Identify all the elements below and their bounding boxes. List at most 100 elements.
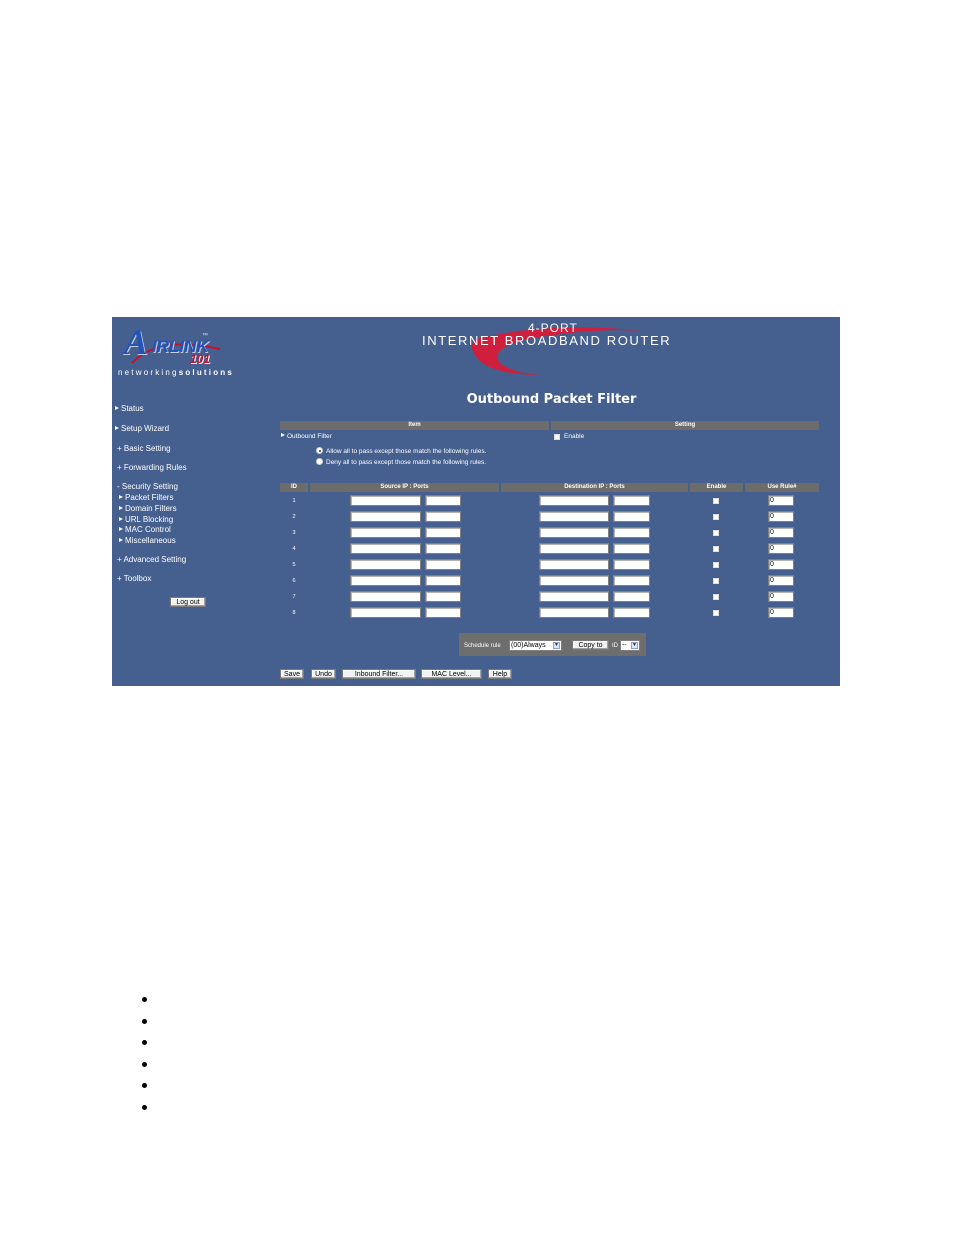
rule-enable-checkbox[interactable] (713, 498, 719, 504)
nav-domain-filters[interactable]: Domain Filters (119, 504, 177, 513)
use-rule-input[interactable]: 0 (768, 527, 794, 538)
rule-enable-checkbox[interactable] (713, 514, 719, 520)
copy-id-select[interactable]: -- ▼ (620, 640, 640, 651)
option-allow[interactable]: Allow all to pass except those match the… (316, 447, 486, 455)
source-ip-input[interactable] (350, 527, 421, 538)
outbound-filter-label: Outbound Filter (281, 433, 332, 440)
destination-port-input[interactable] (613, 543, 650, 554)
product-banner: 4-PORT INTERNET BROADBAND ROUTER (408, 317, 708, 377)
source-port-input[interactable] (425, 607, 461, 618)
mac-level-button[interactable]: MAC Level... (421, 669, 482, 679)
destination-port-input[interactable] (613, 575, 650, 586)
use-rule-input[interactable]: 0 (768, 559, 794, 570)
use-rule-input[interactable]: 0 (768, 511, 794, 522)
header-item: Item (280, 421, 549, 430)
nav-basic-setting[interactable]: + Basic Setting (117, 444, 171, 453)
rule-enable-checkbox[interactable] (713, 530, 719, 536)
schedule-selected-value: (00)Always (511, 642, 546, 649)
rule-enable-checkbox[interactable] (713, 546, 719, 552)
nav-advanced-setting[interactable]: + Advanced Setting (117, 555, 186, 564)
id-label: ID (612, 643, 618, 649)
nav-setup-wizard[interactable]: Setup Wizard (115, 424, 169, 433)
source-port-input[interactable] (425, 575, 461, 586)
rule-id: 4 (292, 546, 296, 552)
rule-id: 5 (292, 562, 296, 568)
nav-packet-filters[interactable]: Packet Filters (119, 493, 173, 502)
nav-setup-wizard-label: Setup Wizard (121, 424, 170, 433)
nav-mac-control[interactable]: MAC Control (119, 525, 171, 534)
rule-id: 7 (292, 594, 296, 600)
source-ip-input[interactable] (350, 495, 421, 506)
rule-enable-checkbox[interactable] (713, 578, 719, 584)
nav-miscellaneous[interactable]: Miscellaneous (119, 536, 176, 545)
source-ip-input[interactable] (350, 575, 421, 586)
header-use-rule: Use Rule# (745, 483, 819, 492)
destination-port-input[interactable] (613, 527, 650, 538)
outbound-filter-enable-checkbox[interactable] (554, 434, 560, 440)
destination-ip-input[interactable] (539, 495, 609, 506)
router-admin-panel: A IRLINK ™ 101 networkingsolutions 4-POR… (112, 317, 840, 686)
source-ip-input[interactable] (350, 543, 421, 554)
rule-enable-checkbox[interactable] (713, 594, 719, 600)
rule-enable-checkbox[interactable] (713, 562, 719, 568)
nav-miscellaneous-label: Miscellaneous (125, 536, 176, 545)
source-ip-input[interactable] (350, 607, 421, 618)
bullet-icon (142, 1105, 147, 1110)
undo-button[interactable]: Undo (311, 669, 336, 679)
destination-ip-input[interactable] (539, 511, 609, 522)
destination-ip-input[interactable] (539, 543, 609, 554)
source-ip-input[interactable] (350, 511, 421, 522)
destination-port-input[interactable] (613, 559, 650, 570)
destination-ip-input[interactable] (539, 559, 609, 570)
use-rule-input[interactable]: 0 (768, 607, 794, 618)
nav-toolbox[interactable]: + Toolbox (117, 574, 151, 583)
destination-ip-input[interactable] (539, 575, 609, 586)
use-rule-input[interactable]: 0 (768, 575, 794, 586)
save-button[interactable]: Save (280, 669, 304, 679)
logout-button[interactable]: Log out (170, 597, 206, 607)
nav-url-blocking[interactable]: URL Blocking (119, 515, 173, 524)
source-ip-input[interactable] (350, 559, 421, 570)
tagline-light: networking (118, 368, 179, 377)
destination-ip-input[interactable] (539, 607, 609, 618)
destination-ip-input[interactable] (539, 591, 609, 602)
rule-id: 2 (292, 514, 296, 520)
source-port-input[interactable] (425, 495, 461, 506)
chevron-down-icon: ▼ (553, 642, 560, 649)
use-rule-input[interactable]: 0 (768, 591, 794, 602)
schedule-select[interactable]: (00)Always ▼ (509, 640, 562, 651)
nav-forwarding-rules[interactable]: + Forwarding Rules (117, 463, 187, 472)
arrow-right-icon (119, 517, 123, 521)
destination-port-input[interactable] (613, 607, 650, 618)
source-ip-input[interactable] (350, 591, 421, 602)
radio-deny[interactable] (316, 458, 323, 465)
option-allow-text: Allow all to pass except those match the… (326, 448, 487, 455)
source-port-input[interactable] (425, 591, 461, 602)
enable-label: Enable (564, 433, 585, 440)
nav-mac-control-label: MAC Control (125, 525, 171, 534)
page-title: Outbound Packet Filter (466, 392, 637, 407)
option-deny-text: Deny all to pass except those match the … (326, 459, 487, 466)
rule-id: 8 (292, 610, 296, 616)
nav-security-setting[interactable]: - Security Setting (117, 482, 178, 491)
logo-trademark: ™ (202, 333, 208, 339)
destination-port-input[interactable] (613, 495, 650, 506)
destination-port-input[interactable] (613, 591, 650, 602)
destination-ip-input[interactable] (539, 527, 609, 538)
use-rule-input[interactable]: 0 (768, 543, 794, 554)
source-port-input[interactable] (425, 559, 461, 570)
use-rule-input[interactable]: 0 (768, 495, 794, 506)
nav-status[interactable]: Status (115, 404, 144, 413)
header-destination: Destination IP : Ports (501, 483, 688, 492)
source-port-input[interactable] (425, 543, 461, 554)
copy-to-button[interactable]: Copy to (572, 640, 609, 650)
inbound-filter-button[interactable]: Inbound Filter... (342, 669, 416, 679)
arrow-right-icon (115, 426, 119, 430)
source-port-input[interactable] (425, 527, 461, 538)
source-port-input[interactable] (425, 511, 461, 522)
rule-enable-checkbox[interactable] (713, 610, 719, 616)
destination-port-input[interactable] (613, 511, 650, 522)
option-deny[interactable]: Deny all to pass except those match the … (316, 458, 486, 466)
radio-allow[interactable] (316, 447, 323, 454)
help-button[interactable]: Help (488, 669, 512, 679)
